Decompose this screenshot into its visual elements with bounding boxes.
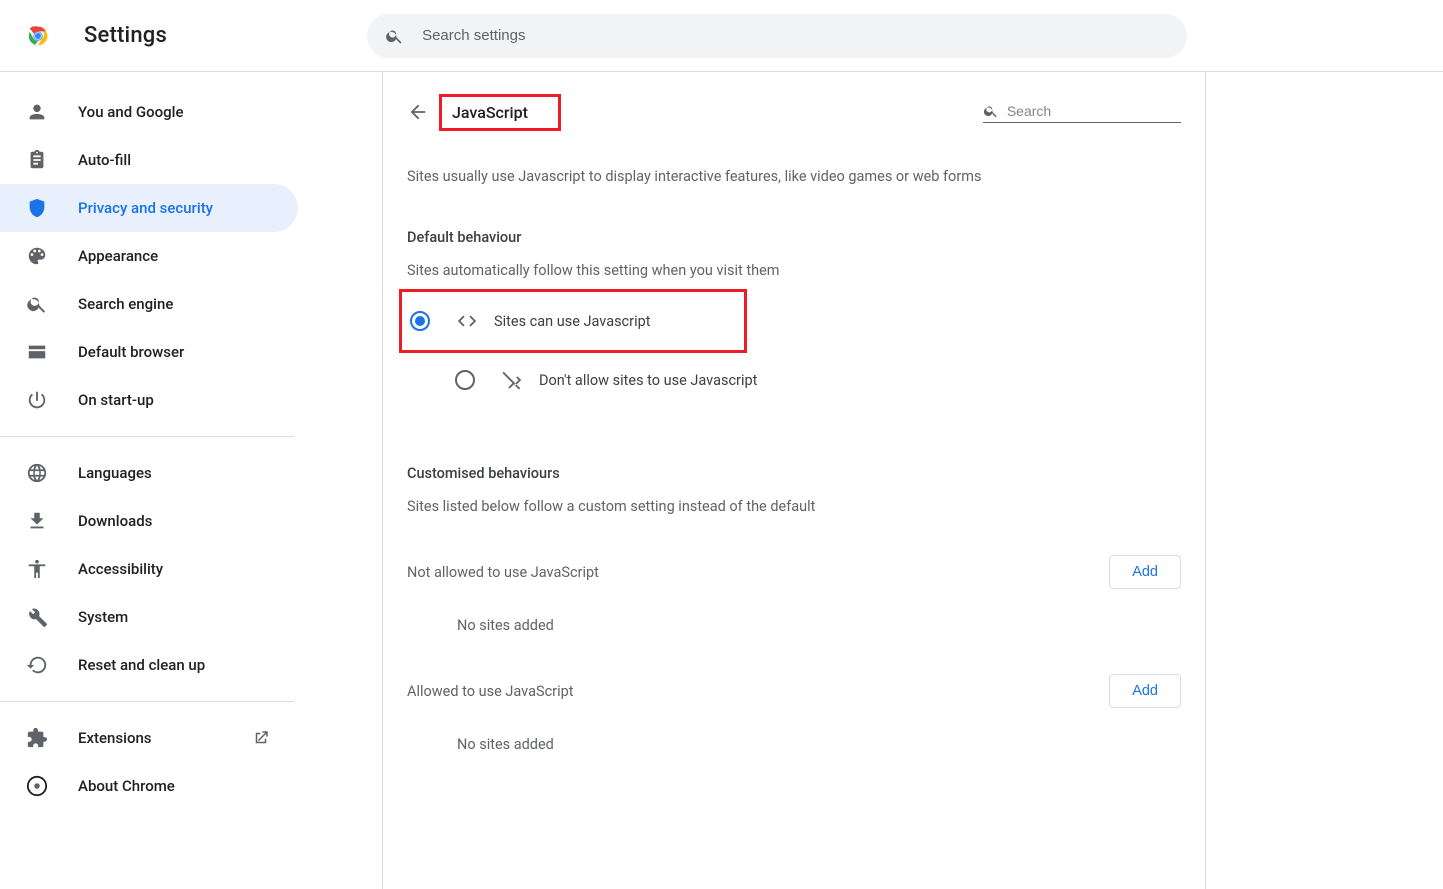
radio-input-block[interactable] <box>455 370 475 390</box>
allowed-empty: No sites added <box>457 736 1181 753</box>
sidebar-item-on-startup[interactable]: On start-up <box>0 376 298 424</box>
sidebar-nav: You and Google Auto-fill Privacy and secur… <box>0 72 306 889</box>
sidebar-item-reset[interactable]: Reset and clean up <box>0 641 298 689</box>
sidebar-item-label: Languages <box>78 464 152 482</box>
sidebar-item-label: Extensions <box>78 729 152 747</box>
window-icon <box>26 341 48 363</box>
palette-icon <box>26 245 48 267</box>
page-title: JavaScript <box>452 103 528 122</box>
external-link-icon <box>252 729 270 747</box>
list-label: Allowed to use JavaScript <box>407 683 573 700</box>
sidebar-item-system[interactable]: System <box>0 593 298 641</box>
sidebar-item-appearance[interactable]: Appearance <box>0 232 298 280</box>
sidebar-item-downloads[interactable]: Downloads <box>0 497 298 545</box>
sidebar-item-extensions[interactable]: Extensions <box>0 714 298 762</box>
not-allowed-list-header: Not allowed to use JavaScript Add <box>407 555 1181 589</box>
page-description: Sites usually use Javascript to display … <box>407 168 1181 185</box>
restore-icon <box>26 654 48 676</box>
not-allowed-empty: No sites added <box>457 617 1181 634</box>
sidebar-item-default-browser[interactable]: Default browser <box>0 328 298 376</box>
chrome-logo-icon <box>24 22 52 50</box>
sidebar-item-label: Default browser <box>78 343 184 361</box>
code-icon <box>456 310 478 332</box>
sidebar-item-search-engine[interactable]: Search engine <box>0 280 298 328</box>
settings-panel: JavaScript Sites usually use Javascript … <box>382 72 1206 889</box>
app-title: Settings <box>84 23 167 48</box>
sidebar-item-label: Privacy and security <box>78 199 213 217</box>
extension-icon <box>26 727 48 749</box>
accessibility-icon <box>26 558 48 580</box>
app-header: Settings <box>0 0 1443 72</box>
sidebar-separator <box>0 436 294 437</box>
sidebar-separator <box>0 701 294 702</box>
radio-allow-javascript[interactable]: Sites can use Javascript <box>406 292 740 350</box>
search-icon <box>983 102 999 120</box>
user-icon <box>26 101 48 123</box>
panel-search[interactable] <box>983 102 1181 123</box>
shield-icon <box>26 197 48 219</box>
global-search-input[interactable] <box>422 27 1169 44</box>
chrome-icon <box>26 775 48 797</box>
radio-input-allow[interactable] <box>410 311 430 331</box>
sidebar-item-label: You and Google <box>78 103 183 121</box>
radio-label: Don't allow sites to use Javascript <box>539 372 757 389</box>
power-icon <box>26 389 48 411</box>
wrench-icon <box>26 606 48 628</box>
sidebar-item-label: About Chrome <box>78 777 175 795</box>
customised-heading: Customised behaviours <box>407 465 1181 482</box>
allow-option-highlight: Sites can use Javascript <box>399 289 747 353</box>
globe-icon <box>26 462 48 484</box>
add-allowed-button[interactable]: Add <box>1109 674 1181 708</box>
add-not-allowed-button[interactable]: Add <box>1109 555 1181 589</box>
code-off-icon <box>501 369 523 391</box>
sidebar-item-label: Downloads <box>78 512 152 530</box>
search-icon <box>26 293 48 315</box>
sidebar-item-label: Auto-fill <box>78 151 131 169</box>
sidebar-item-label: Search engine <box>78 295 173 313</box>
sidebar-item-label: Appearance <box>78 247 158 265</box>
clipboard-icon <box>26 149 48 171</box>
back-button[interactable] <box>407 101 429 123</box>
sidebar-item-about[interactable]: About Chrome <box>0 762 298 810</box>
sidebar-item-autofill[interactable]: Auto-fill <box>0 136 298 184</box>
sidebar-item-label: Reset and clean up <box>78 656 205 674</box>
sidebar-item-label: Accessibility <box>78 560 163 578</box>
search-icon <box>385 26 404 46</box>
sidebar-item-accessibility[interactable]: Accessibility <box>0 545 298 593</box>
sidebar-item-you-and-google[interactable]: You and Google <box>0 88 298 136</box>
default-behaviour-heading: Default behaviour <box>407 229 1181 246</box>
panel-search-input[interactable] <box>1007 103 1181 119</box>
global-search[interactable] <box>367 14 1187 58</box>
page-title-highlight: JavaScript <box>439 94 561 131</box>
download-icon <box>26 510 48 532</box>
sidebar-item-languages[interactable]: Languages <box>0 449 298 497</box>
list-label: Not allowed to use JavaScript <box>407 564 599 581</box>
sidebar-item-privacy-security[interactable]: Privacy and security <box>0 184 298 232</box>
sidebar-item-label: System <box>78 608 128 626</box>
default-behaviour-sub: Sites automatically follow this setting … <box>407 262 1181 279</box>
allowed-list-header: Allowed to use JavaScript Add <box>407 674 1181 708</box>
customised-sub: Sites listed below follow a custom setti… <box>407 498 1181 515</box>
radio-block-javascript[interactable]: Don't allow sites to use Javascript <box>451 351 1181 409</box>
radio-label: Sites can use Javascript <box>494 313 650 330</box>
sidebar-item-label: On start-up <box>78 391 154 409</box>
